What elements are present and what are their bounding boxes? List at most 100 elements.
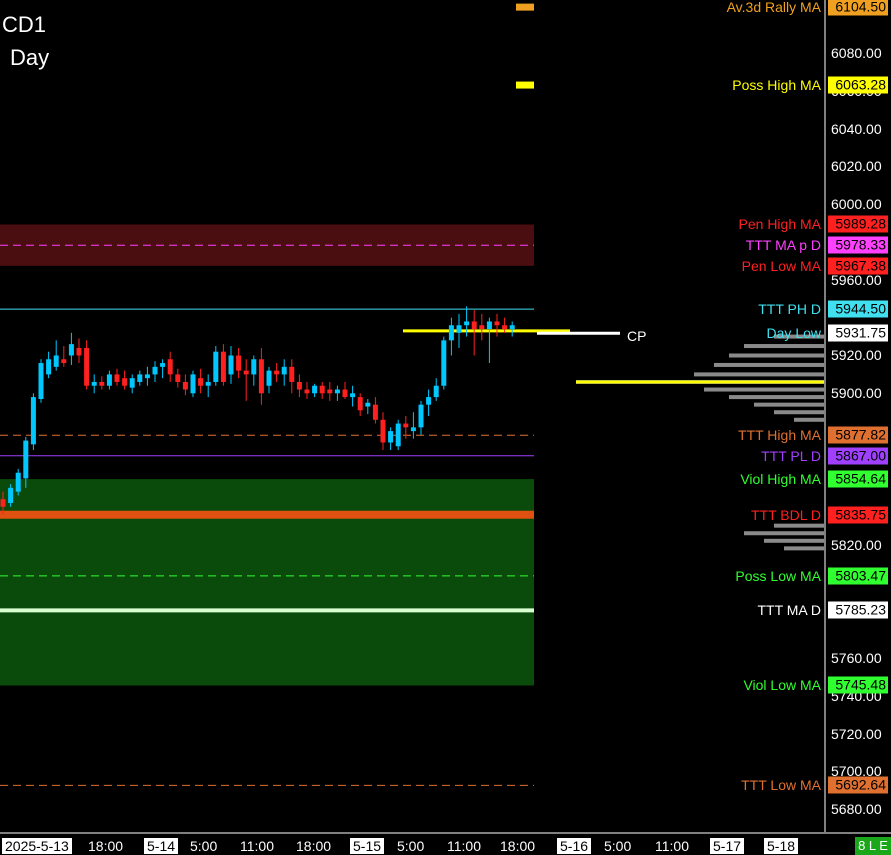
candle-body-55 bbox=[418, 404, 424, 428]
x-tick-8: 11:00 bbox=[447, 838, 481, 854]
level-price-8: 5867.00 bbox=[828, 447, 888, 465]
candle-body-2 bbox=[15, 472, 21, 492]
candle-body-44 bbox=[334, 389, 340, 394]
level-price-14: 5692.64 bbox=[828, 776, 888, 794]
candle-body-46 bbox=[350, 393, 356, 398]
level-price-13: 5745.48 bbox=[828, 676, 888, 694]
candle-body-63 bbox=[479, 325, 485, 330]
candle-body-64 bbox=[486, 321, 492, 330]
level-label-5: TTT PH D bbox=[758, 301, 821, 318]
candle-body-13 bbox=[99, 381, 105, 386]
candle-body-67 bbox=[509, 325, 515, 330]
candle-body-4 bbox=[30, 397, 36, 445]
level-price-1: 6063.28 bbox=[828, 76, 888, 94]
candle-body-8 bbox=[61, 359, 67, 364]
level-price-5: 5944.50 bbox=[828, 300, 888, 318]
y-tick-9: 5760.00 bbox=[831, 650, 882, 667]
y-tick-2: 6040.00 bbox=[831, 120, 882, 137]
candle-body-62 bbox=[471, 321, 477, 330]
x-tick-5: 18:00 bbox=[296, 838, 332, 854]
level-label-0: Av.3d Rally MA bbox=[726, 0, 821, 15]
candle-body-5 bbox=[38, 363, 44, 399]
candle-body-3 bbox=[23, 440, 29, 479]
candle-body-42 bbox=[319, 385, 325, 394]
candle-body-36 bbox=[274, 370, 280, 375]
candle-body-26 bbox=[198, 378, 204, 386]
level-label-6: Day Low bbox=[766, 325, 821, 342]
candle-body-61 bbox=[464, 321, 470, 326]
candle-body-52 bbox=[395, 423, 401, 447]
candle-body-57 bbox=[433, 385, 439, 398]
level-label-14: TTT Low MA bbox=[741, 777, 821, 794]
y-tick-3: 6020.00 bbox=[831, 158, 882, 175]
level-label-1: Poss High MA bbox=[732, 76, 821, 93]
level-price-10: 5835.75 bbox=[828, 506, 888, 524]
level-label-2: Pen High MA bbox=[738, 216, 821, 233]
level-label-8: TTT PL D bbox=[761, 447, 821, 464]
candle-body-17 bbox=[129, 378, 135, 388]
volume-bar-6 bbox=[704, 387, 824, 392]
y-tick-13: 5680.00 bbox=[831, 801, 882, 818]
x-tick-2: 5-14 bbox=[144, 838, 179, 854]
volume-bar-4 bbox=[694, 372, 824, 377]
candle-body-37 bbox=[281, 366, 287, 375]
x-tick-7: 5:00 bbox=[397, 838, 425, 854]
volume-bar-3 bbox=[714, 362, 824, 367]
volume-bar-12 bbox=[744, 531, 824, 536]
candle-body-48 bbox=[365, 402, 371, 407]
candle-body-23 bbox=[175, 374, 181, 382]
candle-body-33 bbox=[251, 359, 257, 375]
status-badge: 8 L E bbox=[855, 837, 891, 855]
candle-body-16 bbox=[122, 378, 128, 386]
volume-bar-7 bbox=[729, 395, 824, 400]
volume-bar-11 bbox=[774, 523, 824, 528]
volume-bar-1 bbox=[744, 344, 824, 349]
x-tick-9: 18:00 bbox=[500, 838, 536, 854]
candle-body-21 bbox=[160, 363, 166, 367]
candle-body-51 bbox=[388, 431, 394, 443]
x-tick-14: 5-18 bbox=[764, 838, 799, 854]
candle-body-47 bbox=[357, 397, 363, 411]
period-title: Day bbox=[10, 45, 50, 70]
y-tick-6: 5920.00 bbox=[831, 347, 882, 364]
volume-bar-13 bbox=[764, 538, 824, 543]
candle-body-15 bbox=[114, 374, 120, 382]
level-label-10: TTT BDL D bbox=[750, 506, 821, 523]
level-price-4: 5967.38 bbox=[828, 257, 888, 275]
volume-bar-2 bbox=[729, 353, 824, 358]
level-label-13: Viol Low MA bbox=[743, 677, 821, 694]
candle-body-35 bbox=[266, 370, 272, 386]
candle-body-6 bbox=[46, 359, 52, 375]
candle-body-38 bbox=[289, 366, 295, 382]
volume-bar-8 bbox=[754, 402, 824, 407]
candle-body-54 bbox=[410, 427, 416, 432]
y-tick-0: 6080.00 bbox=[831, 44, 882, 61]
candle-body-14 bbox=[106, 374, 112, 386]
candle-body-49 bbox=[372, 404, 378, 420]
level-price-12: 5785.23 bbox=[828, 601, 888, 619]
y-tick-7: 5900.00 bbox=[831, 385, 882, 402]
x-tick-0: 2025-5-13 bbox=[2, 838, 72, 854]
candle-body-7 bbox=[53, 355, 59, 367]
level-label-9: Viol High MA bbox=[740, 471, 821, 488]
y-tick-4: 6000.00 bbox=[831, 196, 882, 213]
x-tick-10: 5-16 bbox=[557, 838, 592, 854]
candle-body-11 bbox=[84, 347, 90, 386]
candle-body-65 bbox=[494, 321, 500, 326]
candle-body-1 bbox=[8, 487, 14, 503]
x-tick-3: 5:00 bbox=[190, 838, 218, 854]
candle-body-29 bbox=[220, 351, 226, 382]
level-marker-0 bbox=[516, 3, 534, 11]
volume-bar-9 bbox=[774, 410, 824, 415]
candle-body-59 bbox=[448, 325, 454, 341]
level-price-7: 5877.82 bbox=[828, 426, 888, 444]
level-price-6: 5931.75 bbox=[828, 324, 888, 342]
zone-1 bbox=[0, 479, 534, 686]
level-marker-1 bbox=[516, 81, 534, 89]
x-tick-12: 11:00 bbox=[655, 838, 689, 854]
x-tick-11: 5:00 bbox=[604, 838, 632, 854]
candle-body-58 bbox=[441, 340, 447, 386]
candle-body-43 bbox=[327, 389, 333, 394]
level-label-11: Poss Low MA bbox=[735, 567, 821, 584]
level-label-12: TTT MA D bbox=[757, 602, 821, 619]
